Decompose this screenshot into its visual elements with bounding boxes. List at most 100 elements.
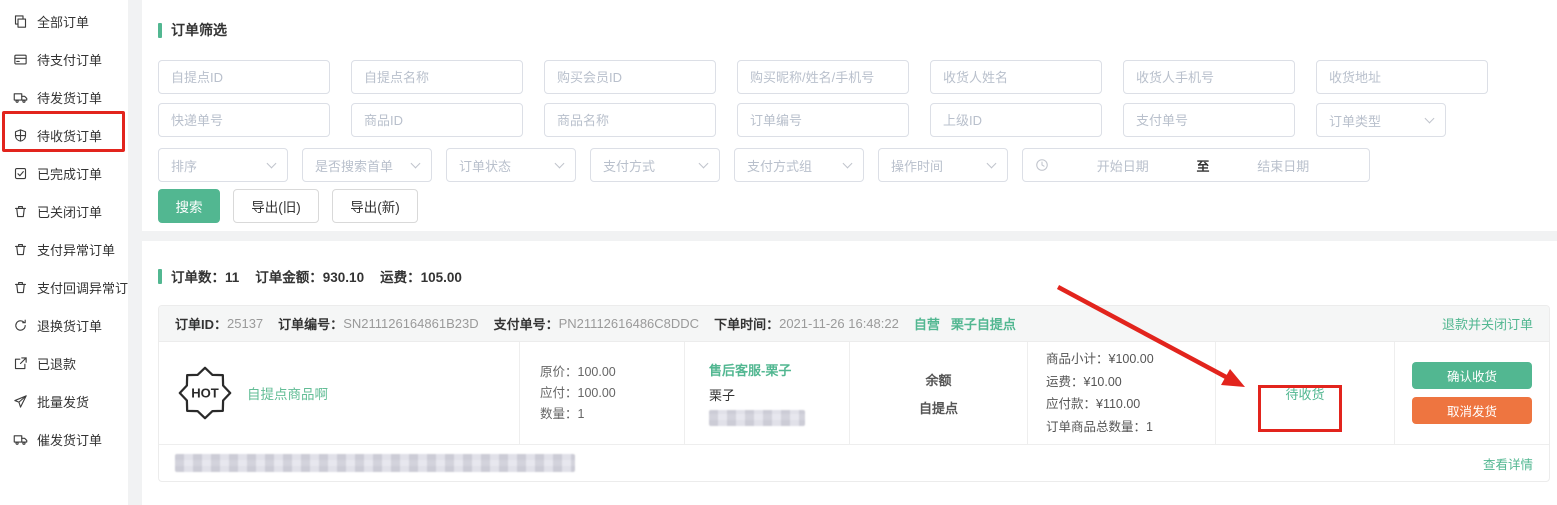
sidebar-item-pending-shipment[interactable]: 待发货订单	[0, 78, 128, 116]
payment-method-select[interactable]: 支付方式	[590, 148, 720, 182]
product-name-link[interactable]: 自提点商品啊	[247, 383, 328, 403]
check-square-icon	[13, 166, 28, 181]
sidebar-item-completed[interactable]: 已完成订单	[0, 154, 128, 192]
buyer-nickname-input[interactable]	[737, 60, 909, 94]
sidebar-item-label: 已关闭订单	[37, 202, 102, 221]
view-detail-link[interactable]: 查看详情	[1483, 454, 1533, 473]
buyer-member-id-input[interactable]	[544, 60, 716, 94]
filter-row-1	[158, 60, 1557, 94]
product-name-input[interactable]	[544, 103, 716, 137]
tracking-number-input[interactable]	[158, 103, 330, 137]
sidebar-item-urge-shipment[interactable]: 催发货订单	[0, 420, 128, 458]
sidebar-item-label: 支付回调异常订单	[37, 278, 141, 297]
sidebar-item-closed[interactable]: 已关闭订单	[0, 192, 128, 230]
payable-price: 应付：100.00	[540, 383, 684, 404]
section-divider	[142, 231, 1557, 241]
sidebar-item-payment-error[interactable]: 支付异常订单	[0, 230, 128, 268]
receiver-address-input[interactable]	[1316, 60, 1488, 94]
payment-number-input[interactable]	[1123, 103, 1295, 137]
sidebar-item-batch-shipment[interactable]: 批量发货	[0, 382, 128, 420]
green-bar	[158, 23, 162, 38]
amount-due: 应付款：¥110.00	[1046, 393, 1215, 416]
start-date-placeholder: 开始日期	[1049, 156, 1197, 175]
order-admin-page: 全部订单 待支付订单 待发货订单 待收货订单 已完成订单 已关闭订单 支付异常订…	[0, 0, 1557, 505]
parent-id-input[interactable]	[930, 103, 1102, 137]
product-id-input[interactable]	[351, 103, 523, 137]
cancel-shipment-button[interactable]: 取消发货	[1412, 397, 1532, 424]
order-type-select[interactable]: 订单类型	[1316, 103, 1446, 137]
receiver-name-input[interactable]	[930, 60, 1102, 94]
svg-text:HOT: HOT	[191, 386, 219, 401]
order-sn-label: 订单编号：	[278, 314, 343, 333]
summary-freight: 运费：105.00	[380, 266, 462, 286]
sidebar-item-label: 待收货订单	[37, 126, 102, 145]
sidebar-item-pending-payment[interactable]: 待支付订单	[0, 40, 128, 78]
filter-title: 订单筛选	[158, 20, 1557, 40]
refresh-icon	[13, 318, 28, 333]
sidebar-item-all-orders[interactable]: 全部订单	[0, 2, 128, 40]
main-content: 订单筛选 订单类型	[142, 0, 1557, 505]
sort-select-label: 排序	[171, 156, 197, 175]
order-summary: 订单数：11 订单金额：930.10 运费：105.00	[158, 266, 1550, 286]
chevron-down-icon	[411, 158, 421, 168]
confirm-receipt-button[interactable]: 确认收货	[1412, 362, 1532, 389]
chevron-down-icon	[1425, 113, 1435, 123]
payment-cell: 余额 自提点	[849, 342, 1027, 444]
order-time-value: 2021-11-26 16:48:22	[779, 316, 899, 331]
subtotal: 商品小计：¥100.00	[1046, 348, 1215, 371]
sidebar-item-label: 退换货订单	[37, 316, 102, 335]
truck-icon	[13, 432, 28, 447]
refund-close-link[interactable]: 退款并关闭订单	[1442, 314, 1533, 333]
clock-icon	[1035, 158, 1049, 172]
search-button[interactable]: 搜索	[158, 189, 220, 223]
chevron-down-icon	[267, 158, 277, 168]
receiver-phone-input[interactable]	[1123, 60, 1295, 94]
order-number-input[interactable]	[737, 103, 909, 137]
sidebar-item-label: 支付异常订单	[37, 240, 115, 259]
actions-cell: 确认收货 取消发货	[1394, 342, 1549, 444]
sidebar-item-label: 催发货订单	[37, 430, 102, 449]
redacted-address-blur	[175, 454, 575, 472]
sort-select[interactable]: 排序	[158, 148, 288, 182]
export-new-button[interactable]: 导出(新)	[332, 189, 418, 223]
payment-group-select-label: 支付方式组	[747, 156, 812, 175]
order-list-panel: 订单数：11 订单金额：930.10 运费：105.00 订单ID： 25137…	[142, 266, 1557, 482]
trash-icon	[13, 280, 28, 295]
operation-time-select[interactable]: 操作时间	[878, 148, 1008, 182]
summary-order-amount: 订单金额：930.10	[255, 266, 364, 286]
total-quantity: 订单商品总数量：1	[1046, 416, 1215, 439]
pickup-name-input[interactable]	[351, 60, 523, 94]
sidebar-item-refunded[interactable]: 已退款	[0, 344, 128, 382]
operation-time-select-label: 操作时间	[891, 156, 943, 175]
payment-method: 余额	[925, 370, 951, 389]
truck-icon	[13, 90, 28, 105]
sidebar-item-returns[interactable]: 退换货订单	[0, 306, 128, 344]
sidebar-item-label: 待发货订单	[37, 88, 102, 107]
customer-name: 栗子	[709, 385, 849, 404]
order-status-badge: 待收货	[1285, 384, 1324, 403]
sidebar-item-callback-error[interactable]: 支付回调异常订单	[0, 268, 128, 306]
export-old-button[interactable]: 导出(旧)	[233, 189, 319, 223]
price-cell: 原价：100.00 应付：100.00 数量：1	[519, 342, 684, 444]
summary-order-count: 订单数：11	[171, 266, 239, 286]
order-card: 订单ID： 25137 订单编号： SN211126164861B23D 支付单…	[158, 305, 1550, 482]
order-pn-value: PN21112616486C8DDC	[559, 316, 699, 331]
copy-icon	[13, 14, 28, 29]
sidebar: 全部订单 待支付订单 待发货订单 待收货订单 已完成订单 已关闭订单 支付异常订…	[0, 0, 128, 505]
payment-group-select[interactable]: 支付方式组	[734, 148, 864, 182]
pickup-id-input[interactable]	[158, 60, 330, 94]
order-filter-panel: 订单筛选 订单类型	[142, 0, 1557, 231]
sidebar-item-pending-receipt[interactable]: 待收货订单	[0, 116, 128, 154]
shield-icon	[13, 128, 28, 143]
first-order-select[interactable]: 是否搜索首单	[302, 148, 432, 182]
trash-icon	[13, 242, 28, 257]
sidebar-item-label: 批量发货	[37, 392, 89, 411]
date-range-picker[interactable]: 开始日期 至 结束日期	[1022, 148, 1370, 182]
after-sales-service-link[interactable]: 售后客服-栗子	[709, 360, 849, 379]
sidebar-item-label: 待支付订单	[37, 50, 102, 69]
order-status-select[interactable]: 订单状态	[446, 148, 576, 182]
export-icon	[13, 356, 28, 371]
filter-title-text: 订单筛选	[171, 20, 227, 40]
freight: 运费：¥10.00	[1046, 371, 1215, 394]
delivery-type: 自提点	[919, 398, 958, 417]
